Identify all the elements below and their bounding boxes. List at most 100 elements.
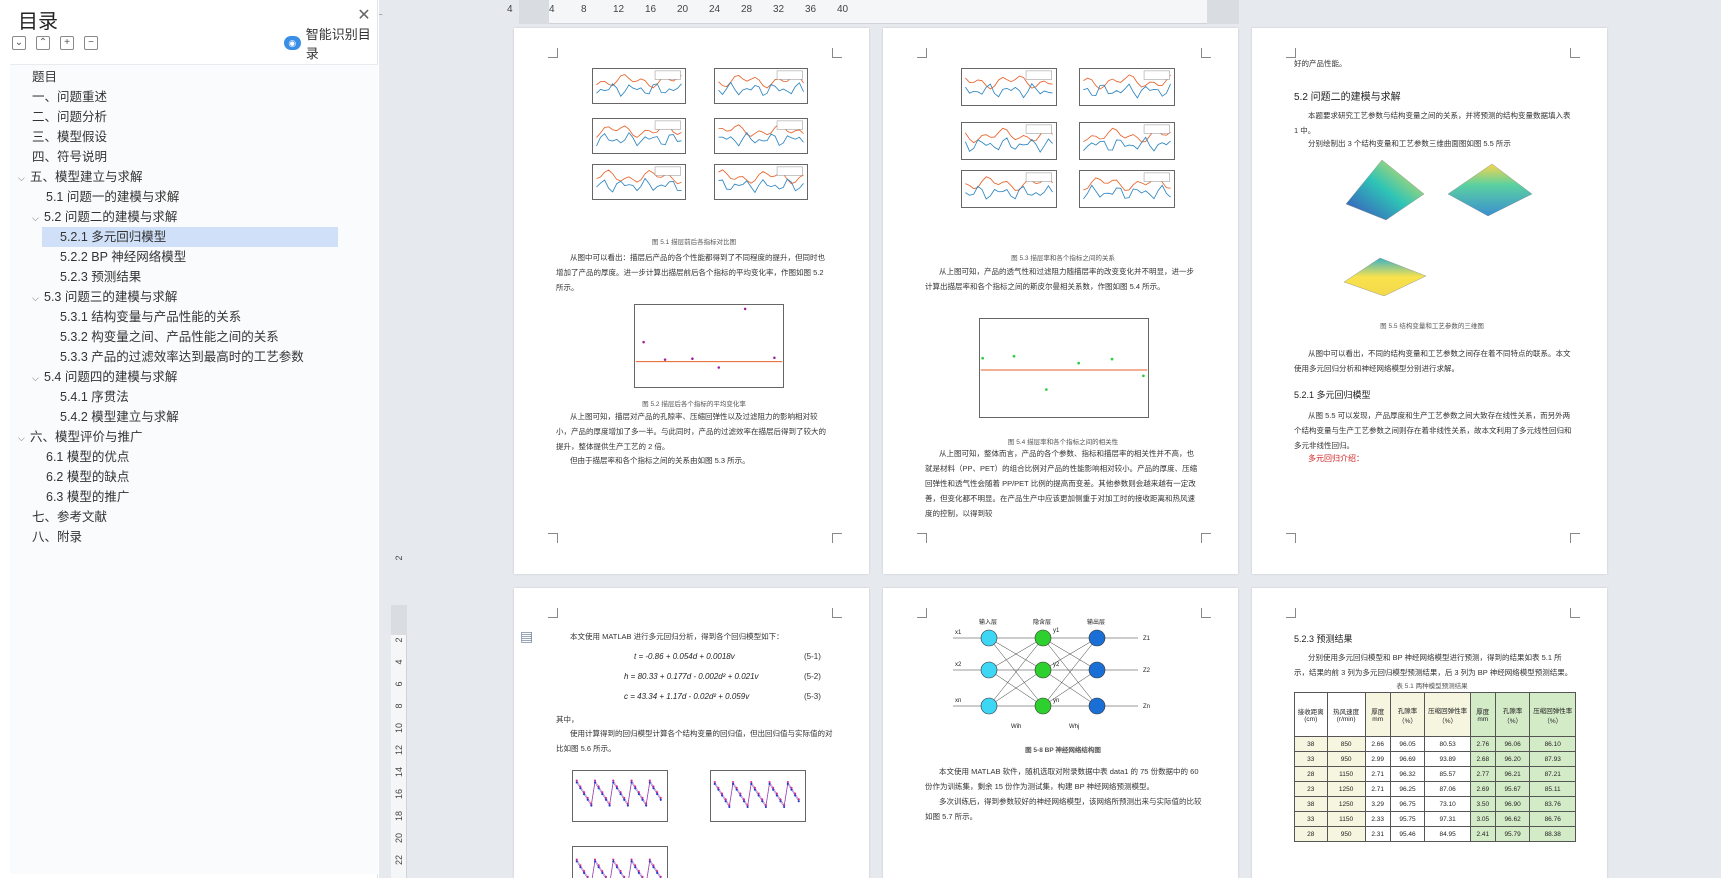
- chevron-down-icon[interactable]: ⌵: [32, 368, 44, 388]
- output-node: [1088, 697, 1106, 715]
- add-heading-icon[interactable]: +: [60, 36, 74, 50]
- table-cell: 38: [1294, 736, 1328, 752]
- toc-item[interactable]: 5.3.3 产品的过滤效率达到最高时的工艺参数: [60, 347, 304, 367]
- toc-item[interactable]: ⌵ 5.3 问题三的建模与求解: [32, 287, 177, 307]
- table-cell: 2.31: [1364, 826, 1391, 842]
- toc-item[interactable]: 5.2.3 预测结果: [60, 267, 141, 287]
- data-point: [1110, 357, 1114, 361]
- paragraph: 分别使用多元回归模型和 BP 神经网络模型进行预测，得到的结果如表 5.1 所示…: [1294, 653, 1573, 677]
- toc-item-label: 6.2 模型的缺点: [46, 470, 130, 484]
- toc-item[interactable]: 5.2.2 BP 神经网络模型: [60, 247, 186, 267]
- toc-item[interactable]: 5.3.2 构变量之间、产品性能之间的关系: [60, 327, 279, 347]
- page-1[interactable]: 图 5.1 描层前后各指标对比图 从图中可以看出：描层后产品的各个性能都得到了不…: [514, 28, 869, 574]
- data-point: [630, 779, 633, 782]
- document-icon[interactable]: ▤: [520, 628, 533, 645]
- paragraph: 从上图可知，描层对产品的孔隙率、压缩回弹性以及过滤阻力的影响相对较小，产品的厚度…: [556, 412, 826, 451]
- toc-item[interactable]: 三、模型假设: [32, 127, 107, 147]
- input-layer-label: 输入层: [979, 618, 997, 626]
- data-point: [615, 785, 618, 788]
- series-line: [965, 82, 1053, 99]
- data-point: [637, 793, 640, 796]
- toc-item[interactable]: 6.3 模型的推广: [46, 487, 129, 507]
- table-cell: 96.06: [1494, 736, 1531, 752]
- tab-stop-icon[interactable]: ⌐: [379, 10, 383, 21]
- toc-item[interactable]: ⌵ 六、模型评价与推广: [18, 427, 143, 447]
- chevron-down-icon[interactable]: ⌵: [18, 168, 30, 188]
- ruler-tick-label: 8: [581, 4, 587, 15]
- toc-item[interactable]: 二、问题分析: [32, 107, 107, 127]
- data-point: [582, 871, 586, 875]
- chevron-down-icon[interactable]: ⌵: [32, 288, 44, 308]
- data-point: [691, 357, 694, 360]
- toc-item-label: 5.2.2 BP 神经网络模型: [60, 250, 187, 264]
- data-point: [656, 869, 659, 873]
- toc-item[interactable]: ⌵ 5.4 问题四的建模与求解: [32, 367, 177, 387]
- data-point: [586, 798, 589, 801]
- toc-item[interactable]: 四、符号说明: [32, 147, 107, 167]
- toc-item[interactable]: 七、参考文献: [32, 507, 107, 527]
- paragraph: 多次训练后，得到参数较好的神经网络模型，该网络所预测出来与实际值的比较如图 5.…: [925, 797, 1202, 821]
- table-cell: 1250: [1326, 796, 1366, 812]
- page-6[interactable]: 5.2.3 预测结果 分别使用多元回归模型和 BP 神经网络模型进行预测，得到的…: [1252, 588, 1607, 878]
- crop-mark: [548, 608, 558, 618]
- table-row: 33 950 2.99 96.69 93.89 2.68 96.20 87.93: [1294, 751, 1576, 767]
- table-cell: 96.62: [1494, 811, 1531, 827]
- table-cell: 2.76: [1469, 736, 1496, 752]
- table-header-cell: 压缩回弹性率（%）: [1529, 692, 1576, 737]
- toc-item[interactable]: ⌵ 5.2 问题二的建模与求解: [32, 207, 177, 227]
- data-point: [775, 794, 778, 797]
- mini-line-chart: [592, 68, 686, 104]
- data-point: [642, 340, 645, 344]
- expand-up-icon[interactable]: ⌃: [36, 36, 50, 50]
- node-label: x1: [955, 630, 962, 636]
- horizontal-ruler[interactable]: 4 4 8 12 16 20 24 28 32 36 40: [507, 0, 1239, 24]
- chevron-down-icon[interactable]: ⌵: [18, 428, 30, 448]
- crop-mark: [548, 48, 558, 58]
- page-4[interactable]: ▤ 本文使用 MATLAB 进行多元回归分析，得到各个回归模型如下： t = -…: [514, 588, 869, 878]
- series-line: [965, 184, 1053, 200]
- toc-item[interactable]: 5.2.1 多元回归模型: [42, 227, 338, 247]
- data-point: [750, 781, 753, 784]
- vertical-ruler[interactable]: 2 2 4 6 8 10 12 14 16 18 20 22: [391, 556, 407, 878]
- ruler-tick-label: 36: [805, 4, 817, 15]
- collapse-all-icon[interactable]: ⌄: [12, 36, 26, 50]
- toc-item[interactable]: 6.2 模型的缺点: [46, 467, 129, 487]
- toc-item[interactable]: 5.4.1 序贯法: [60, 387, 129, 407]
- hidden-node: [1034, 629, 1052, 647]
- toc-item-label: 5.3 问题三的建模与求解: [44, 290, 178, 304]
- ai-cloud-icon: ◉: [284, 36, 301, 50]
- data-point: [604, 796, 608, 799]
- close-icon[interactable]: ✕: [356, 8, 372, 24]
- remove-heading-icon[interactable]: −: [84, 36, 98, 50]
- data-point: [619, 869, 622, 873]
- page-3[interactable]: 好的产品性能。 5.2 问题二的建模与求解 本题要求研究工艺参数与结构变量之间的…: [1252, 28, 1607, 574]
- toc-item[interactable]: 6.1 模型的优点: [46, 447, 129, 467]
- toc-item-label: 六、模型评价与推广: [30, 430, 143, 444]
- data-point: [634, 864, 637, 867]
- paragraph: 本文使用 MATLAB 软件，随机选取对附录数据中表 data1 的 75 份数…: [925, 767, 1199, 791]
- chevron-down-icon[interactable]: ⌵: [32, 208, 44, 228]
- toc-item-label: 5.4 问题四的建模与求解: [44, 370, 178, 384]
- document-workspace[interactable]: 4 4 8 12 16 20 24 28 32 36 40 ⌐ 2 2 4 6 8 10 12 14 16 18 20 2…: [379, 0, 1721, 878]
- toc-item[interactable]: 5.3.1 结构变量与产品性能的关系: [60, 307, 241, 327]
- toc-item[interactable]: 题目: [32, 67, 57, 87]
- legend-box: [776, 166, 803, 176]
- smart-toc-button[interactable]: ◉ 智能识别目录: [284, 27, 378, 61]
- data-point: [575, 779, 578, 782]
- toc-item[interactable]: 5.4.2 模型建立与求解: [60, 407, 179, 427]
- toc-item[interactable]: 一、问题重述: [32, 87, 107, 107]
- toc-item[interactable]: 5.1 问题一的建模与求解: [46, 187, 179, 207]
- toc-item[interactable]: 八、附录: [32, 527, 82, 547]
- series-line: [718, 81, 804, 97]
- page-5[interactable]: 输入层 隐含层 输出层 x1 x2 xn y1 y2 yn Z1 Z2 Zn W…: [883, 588, 1238, 878]
- toc-item-label: 八、附录: [32, 530, 83, 544]
- table-cell: 85.11: [1529, 781, 1576, 797]
- page-2[interactable]: 图 5.3 描层率和各个指标之间的关系 从上图可知，产品的透气性和过滤阻力随描层…: [883, 28, 1238, 574]
- node-label: y1: [1053, 628, 1060, 634]
- toc-item-label: 5.4.1 序贯法: [60, 390, 129, 404]
- data-point: [746, 804, 749, 807]
- toc-item[interactable]: ⌵ 五、模型建立与求解: [18, 167, 143, 187]
- data-point: [593, 858, 597, 861]
- toc-item-label: 5.3.1 结构变量与产品性能的关系: [60, 310, 242, 324]
- data-point: [717, 788, 720, 791]
